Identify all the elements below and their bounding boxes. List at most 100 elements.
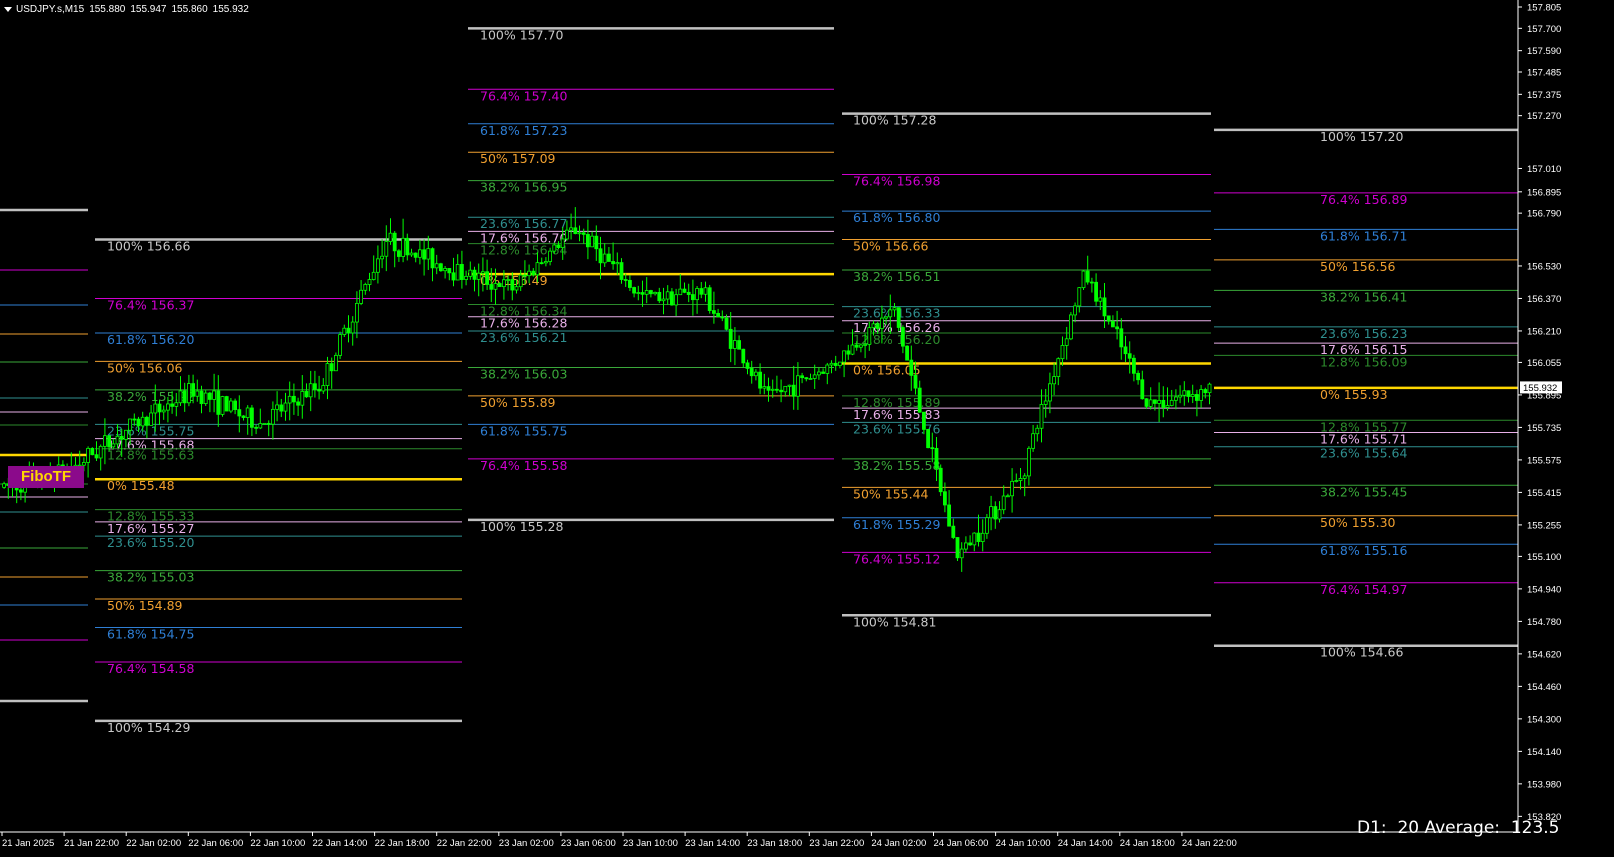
- fibo-label: 38.2% 155.58: [853, 458, 940, 473]
- candle-body: [657, 291, 662, 302]
- fibo-label: 50% 155.89: [480, 395, 556, 410]
- candle-body: [1073, 305, 1077, 316]
- candle-body: [1195, 394, 1199, 401]
- fibo-label: 76.4% 157.40: [480, 88, 567, 103]
- candle-body: [1027, 447, 1031, 477]
- candle-body: [510, 279, 515, 291]
- candle-body: [766, 386, 771, 391]
- candle-body: [1169, 399, 1174, 406]
- chevron-down-icon[interactable]: [4, 6, 12, 12]
- candle-body: [413, 252, 418, 258]
- candle-body: [665, 291, 670, 300]
- candle-body: [1010, 480, 1014, 497]
- candle-body: [581, 232, 586, 235]
- candle-body: [544, 261, 548, 264]
- candle-body: [1018, 478, 1023, 481]
- fibotf-label[interactable]: FiboTF: [8, 466, 84, 488]
- candle-body: [842, 350, 846, 363]
- fibo-label: 61.8% 156.71: [1320, 228, 1407, 243]
- candle-body: [762, 386, 767, 389]
- candle-body: [170, 403, 175, 407]
- candle-body: [354, 302, 359, 323]
- candle-body: [1119, 328, 1124, 348]
- fibo-label: 38.2% 155.45: [1320, 484, 1407, 499]
- candle-body: [422, 249, 427, 260]
- candle-body: [1064, 338, 1069, 346]
- candle-body: [1161, 399, 1166, 408]
- candle-body: [237, 409, 242, 417]
- candle-body: [884, 316, 888, 319]
- fibo-label: 23.6% 155.64: [1320, 446, 1407, 461]
- candle-body: [875, 323, 880, 329]
- time-tick-label: 22 Jan 10:00: [250, 838, 305, 849]
- candle-body: [539, 262, 544, 265]
- candle-body: [472, 269, 477, 280]
- candle-body: [1106, 315, 1111, 322]
- candle-body: [220, 396, 225, 415]
- candle-body: [1039, 404, 1044, 429]
- fibo-label: 61.8% 157.23: [480, 123, 567, 138]
- candle-body: [304, 391, 309, 398]
- fibo-label: 100% 156.66: [107, 239, 190, 254]
- price-chart[interactable]: 100% 156.66 76.4% 156.37 61.8% 156.20 50% 1…: [0, 0, 1614, 857]
- price-tick-label: 157.700: [1527, 24, 1561, 35]
- candle-body: [489, 284, 494, 290]
- fibo-label: 100% 154.66: [1320, 645, 1403, 660]
- candle-body: [770, 388, 775, 391]
- candle-body: [350, 321, 355, 334]
- candle-body: [1111, 320, 1115, 328]
- fibo-label: 38.2% 156.03: [480, 367, 567, 382]
- candle-body: [611, 261, 615, 265]
- time-tick-label: 21 Jan 2025: [2, 838, 54, 849]
- candle-body: [661, 298, 666, 302]
- candle-body: [480, 271, 485, 274]
- candle-body: [821, 371, 825, 374]
- price-tick-label: 156.055: [1527, 358, 1561, 369]
- candle-body: [464, 275, 469, 280]
- candle-body: [312, 383, 317, 390]
- fibo-label: 76.4% 156.98: [853, 174, 940, 189]
- fibo-label: 50% 157.09: [480, 151, 556, 166]
- price-tick-label: 156.530: [1527, 261, 1561, 272]
- candle-body: [157, 403, 162, 413]
- price-tick-label: 155.415: [1527, 488, 1561, 499]
- candle-body: [1048, 383, 1052, 402]
- candle-body: [720, 316, 725, 319]
- candle-body: [228, 400, 233, 412]
- candle-body: [342, 327, 347, 335]
- daily-average-text: D1: 20 Average: 123.5: [1357, 818, 1560, 838]
- candle-body: [224, 396, 229, 412]
- fibo-label: 23.6% 156.33: [853, 306, 940, 321]
- candle-body: [636, 292, 641, 294]
- chart-title: USDJPY.s,M15 155.880 155.947 155.860 155.932: [4, 4, 254, 15]
- candle-body: [241, 415, 246, 418]
- candle-body: [850, 344, 855, 355]
- time-tick-label: 22 Jan 18:00: [375, 838, 430, 849]
- fibo-label: 100% 157.28: [853, 113, 936, 128]
- candle-body: [1102, 297, 1107, 317]
- open-value: 155.880: [89, 4, 126, 15]
- candle-body: [1069, 314, 1073, 340]
- candle-body: [972, 532, 977, 546]
- candle-body: [947, 504, 951, 527]
- candle-body: [1140, 379, 1145, 400]
- fibo-label: 38.2% 155.03: [107, 570, 194, 585]
- candle-body: [985, 517, 989, 534]
- time-tick-label: 24 Jan 14:00: [1058, 838, 1113, 849]
- fibo-label: 38.2% 156.41: [1320, 289, 1407, 304]
- fibo-label: 76.4% 155.12: [853, 551, 940, 566]
- candle-body: [245, 407, 250, 418]
- price-tick-label: 157.270: [1527, 111, 1561, 122]
- candle-body: [880, 317, 884, 329]
- candle-body: [871, 323, 876, 329]
- candle-body: [527, 270, 531, 277]
- candle-body: [854, 344, 859, 348]
- symbol-label: USDJPY.s,M15: [16, 4, 85, 15]
- fibo-label: 50% 155.44: [853, 486, 929, 501]
- candle-body: [329, 363, 334, 372]
- time-tick-label: 23 Jan 22:00: [809, 838, 864, 849]
- candle-body: [426, 248, 431, 260]
- candle-body: [367, 279, 372, 285]
- candle-body: [1157, 399, 1161, 404]
- candle-body: [888, 309, 893, 318]
